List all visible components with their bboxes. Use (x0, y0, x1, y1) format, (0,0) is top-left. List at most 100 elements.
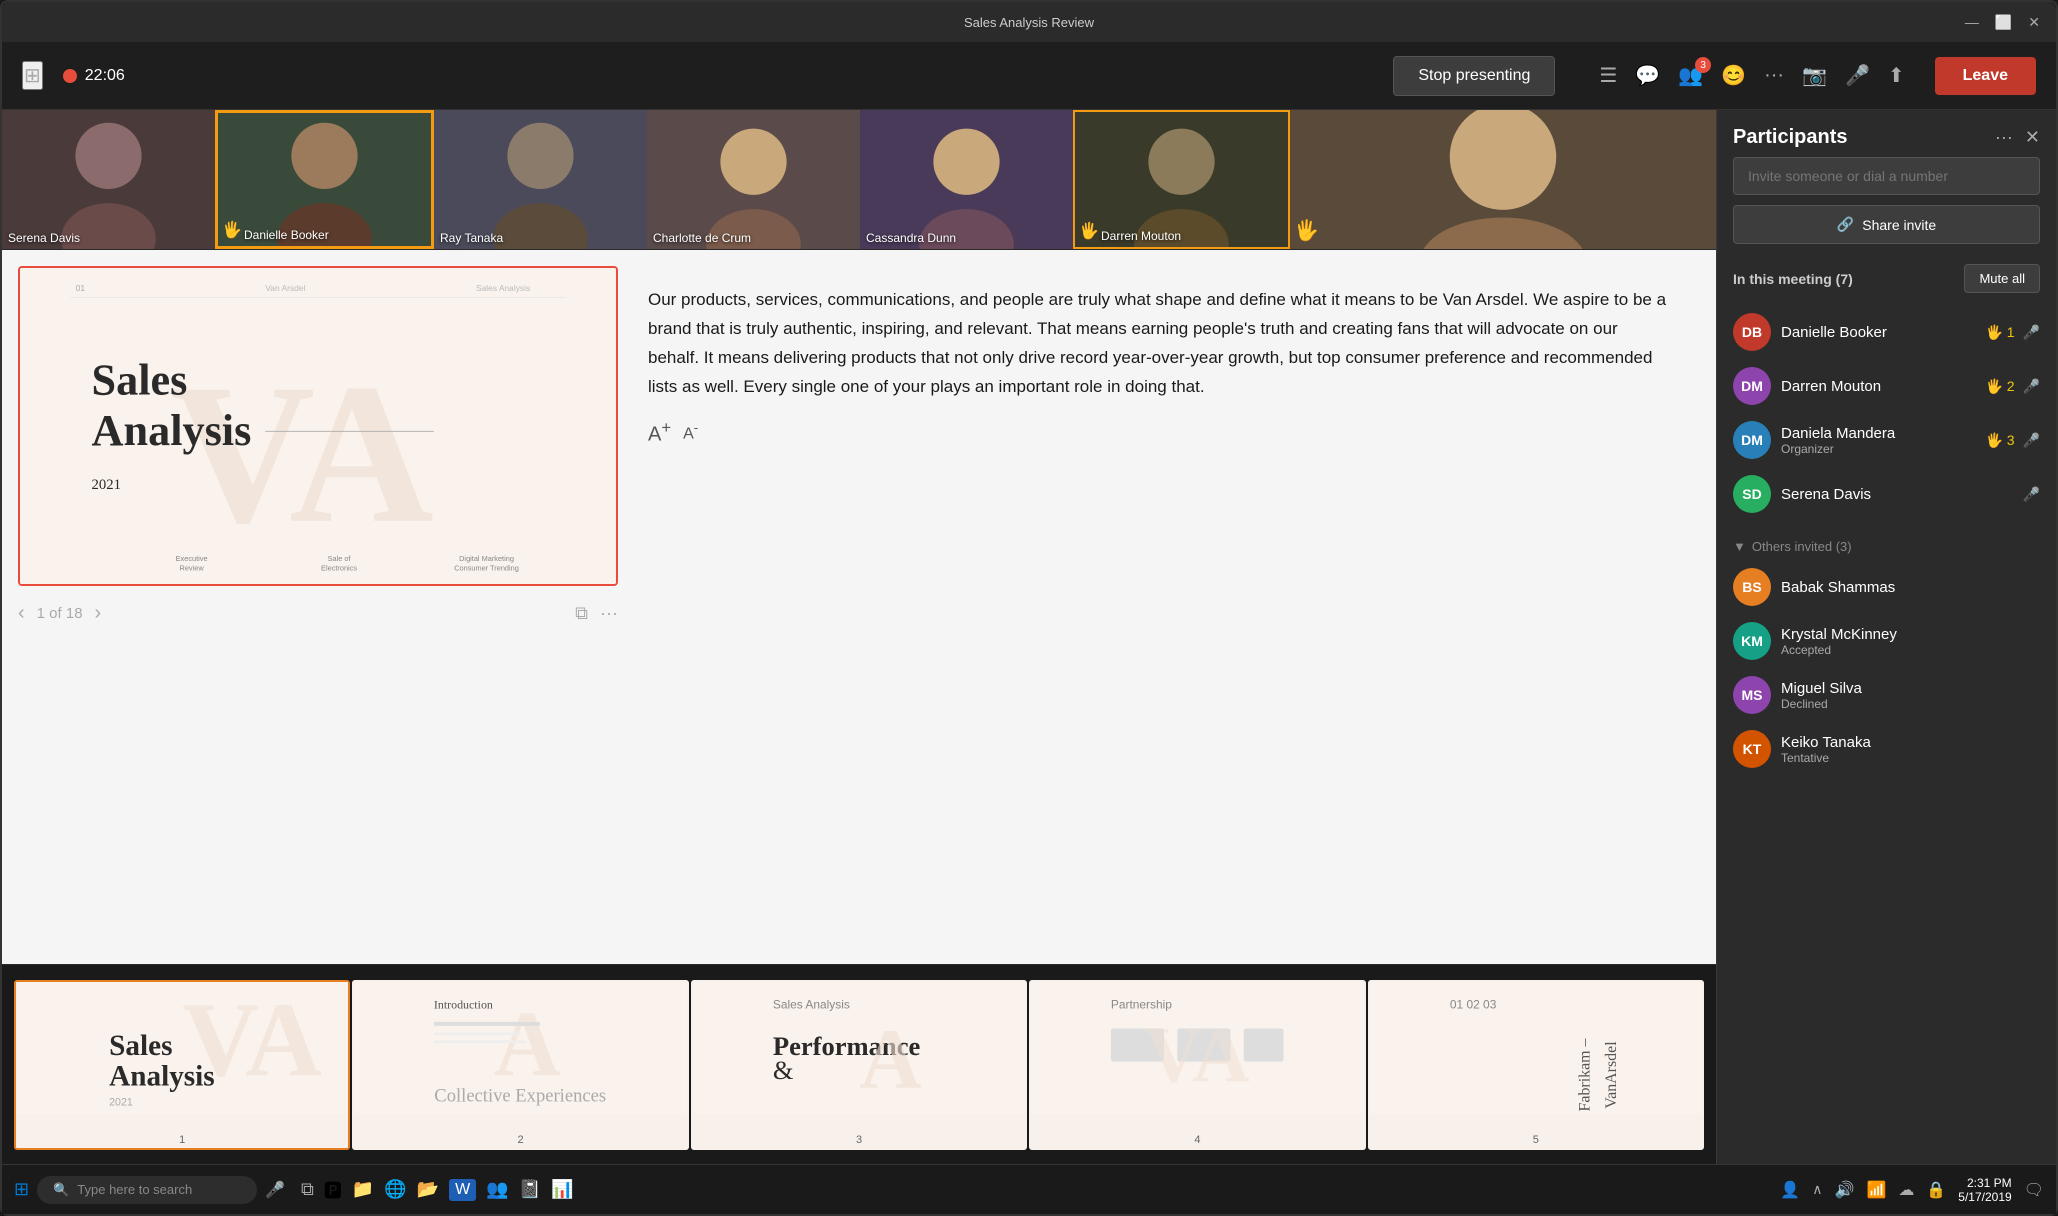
clock-date: 5/17/2019 (1958, 1190, 2011, 1204)
sidebar-more-button[interactable]: ··· (1995, 127, 2013, 148)
content-area: Serena Davis 🖐 Danielle Booker (2, 110, 1716, 1164)
teams-button[interactable]: 👥 (486, 1179, 508, 1200)
participant-label-ray: Ray Tanaka (440, 231, 503, 245)
share-content-button[interactable]: ⬆ (1888, 63, 1905, 88)
network-button[interactable]: 📶 (1866, 1180, 1886, 1200)
main-window: Sales Analysis Review — ⬜ ✕ ⊞ 22:06 Stop… (0, 0, 2058, 1216)
participant-name-babak: Babak Shammas (1781, 579, 2040, 596)
emoji-icon-button[interactable]: 😊 (1721, 63, 1746, 88)
taskbar-app-icons: ⧉ 🅿 📁 🌐 📂 W 👥 📓 📊 (301, 1177, 574, 1203)
sidebar-header: Participants ··· ✕ (1717, 110, 2056, 157)
video-thumb-danielle[interactable]: 🖐 Danielle Booker (215, 110, 434, 249)
top-right-controls: ☰ 💬 👥 3 😊 ··· 📷 🎤 ⬆ (1599, 63, 1904, 88)
sidebar-close-button[interactable]: ✕ (2025, 127, 2040, 148)
slide-thumb-3[interactable]: Sales Analysis Performance & A 3 (691, 980, 1027, 1150)
prev-slide-button[interactable]: ‹ (18, 602, 25, 625)
recording-dot (63, 69, 77, 83)
participant-label-darren: Darren Mouton (1101, 229, 1181, 243)
participant-item-miguel: MS Miguel Silva Declined (1733, 668, 2040, 722)
participant-item-serena: SD Serena Davis 🎤 (1733, 467, 2040, 521)
slide-thumb-2[interactable]: Introduction A Collective Experiences 2 (352, 980, 688, 1150)
grid-view-button[interactable]: ⊞ (22, 61, 43, 90)
others-invited-section: ▼ Others invited (3) BS Babak Shammas KM (1717, 529, 2056, 776)
window-title: Sales Analysis Review (964, 15, 1094, 30)
main-video-thumb[interactable]: 🖐 (1290, 110, 1716, 249)
avatar-daniela: DM (1733, 421, 1771, 459)
people-icon-button[interactable]: 👥 3 (1678, 63, 1703, 88)
excel-button[interactable]: 📊 (551, 1179, 573, 1200)
slide-container: VA 01 Van Arsdel Sales Analysis Sales An… (18, 266, 618, 948)
leave-button[interactable]: Leave (1935, 57, 2036, 95)
avatar-danielle: DB (1733, 313, 1771, 351)
participant-name-krystal: Krystal McKinney (1781, 626, 2040, 643)
taskbar-mic-button[interactable]: 🎤 (265, 1180, 285, 1200)
hand-badge-danielle: 🖐 1 (1985, 324, 2014, 341)
decrease-font-button[interactable]: A- (683, 420, 698, 443)
people-taskbar-button[interactable]: 👤 (1780, 1180, 1800, 1200)
notifications-button[interactable]: ∧ (1812, 1181, 1822, 1198)
taskview-button[interactable]: ⧉ (301, 1179, 314, 1200)
mic-button[interactable]: 🎤 (1845, 63, 1870, 88)
duplicate-slide-button[interactable]: ⧉ (575, 603, 588, 624)
svg-text:Sale of: Sale of (328, 554, 352, 563)
slide-thumb-4[interactable]: Partnership VA 4 (1029, 980, 1365, 1150)
svg-text:01 02 03: 01 02 03 (1450, 997, 1497, 1011)
thumb-num-5: 5 (1533, 1134, 1539, 1146)
others-invited-toggle[interactable]: ▼ Others invited (3) (1717, 529, 2056, 560)
in-meeting-header: In this meeting (7) Mute all (1733, 264, 2040, 293)
slide-thumb-5[interactable]: 01 02 03 Fabrikam – VanArsdel 5 (1368, 980, 1704, 1150)
video-thumb-serena[interactable]: Serena Davis (2, 110, 215, 249)
invite-input[interactable] (1733, 157, 2040, 195)
svg-text:Sales: Sales (92, 355, 188, 404)
title-bar: Sales Analysis Review — ⬜ ✕ (2, 2, 2056, 42)
edge-button[interactable]: 🌐 (384, 1179, 406, 1200)
video-thumb-cassandra[interactable]: Cassandra Dunn (860, 110, 1073, 249)
search-bar[interactable]: 🔍 Type here to search (37, 1176, 257, 1204)
minimize-button[interactable]: — (1965, 14, 1979, 31)
security-button[interactable]: 🔒 (1926, 1180, 1946, 1200)
participant-item-babak: BS Babak Shammas (1733, 560, 2040, 614)
increase-font-button[interactable]: A+ (648, 418, 671, 447)
stop-presenting-button[interactable]: Stop presenting (1393, 56, 1555, 96)
svg-text:Executive: Executive (176, 554, 208, 563)
participant-name-miguel: Miguel Silva (1781, 680, 2040, 697)
participant-info-krystal: Krystal McKinney Accepted (1781, 626, 2040, 657)
mic-icon-daniela: 🎤 (2023, 432, 2040, 449)
video-thumb-darren[interactable]: 🖐 Darren Mouton (1073, 110, 1290, 249)
chat-icon-button[interactable]: 💬 (1635, 63, 1660, 88)
next-slide-button[interactable]: › (95, 602, 102, 625)
video-thumb-charlotte[interactable]: Charlotte de Crum (647, 110, 860, 249)
start-button[interactable]: ⊞ (14, 1179, 29, 1200)
more-slide-options-button[interactable]: ··· (600, 603, 618, 624)
mute-all-button[interactable]: Mute all (1964, 264, 2040, 293)
participant-name-serena: Serena Davis (1781, 486, 2013, 503)
word-button[interactable]: W (449, 1179, 476, 1201)
close-button[interactable]: ✕ (2028, 14, 2040, 31)
participant-item-darren: DM Darren Mouton 🖐 2 🎤 (1733, 359, 2040, 413)
more-options-button[interactable]: ··· (1764, 64, 1784, 87)
main-slide[interactable]: VA 01 Van Arsdel Sales Analysis Sales An… (18, 266, 618, 586)
share-invite-label: Share invite (1862, 217, 1936, 233)
camera-button[interactable]: 📷 (1802, 63, 1827, 88)
onedrive-button[interactable]: ☁ (1898, 1180, 1914, 1200)
share-invite-button[interactable]: 🔗 Share invite (1733, 205, 2040, 244)
menu-icon-button[interactable]: ☰ (1599, 63, 1617, 88)
onenote-button[interactable]: 📓 (519, 1179, 541, 1200)
time-display: 2:31 PM 5/17/2019 (1958, 1176, 2011, 1204)
volume-button[interactable]: 🔊 (1835, 1180, 1855, 1200)
slide-counter: 1 of 18 (37, 605, 83, 622)
svg-text:A: A (494, 992, 561, 1095)
participant-actions-serena: 🎤 (2023, 486, 2040, 503)
video-thumb-ray[interactable]: Ray Tanaka (434, 110, 647, 249)
svg-text:Partnership: Partnership (1111, 997, 1172, 1011)
action-center-button[interactable]: 🗨 (2024, 1180, 2044, 1200)
powerpoint-button[interactable]: 🅿 (324, 1177, 342, 1203)
svg-text:Digital Marketing: Digital Marketing (459, 554, 514, 563)
svg-text:&: & (773, 1054, 794, 1084)
hand-badge-darren: 🖐 2 (1985, 378, 2014, 395)
explorer-button[interactable]: 📁 (352, 1179, 374, 1200)
slide-thumb-1[interactable]: Sales Analysis 2021 VA 1 (14, 980, 350, 1150)
folder-button[interactable]: 📂 (417, 1179, 439, 1200)
others-invited-list: BS Babak Shammas KM Krystal McKinney Acc… (1717, 560, 2056, 776)
maximize-button[interactable]: ⬜ (1995, 14, 2012, 31)
